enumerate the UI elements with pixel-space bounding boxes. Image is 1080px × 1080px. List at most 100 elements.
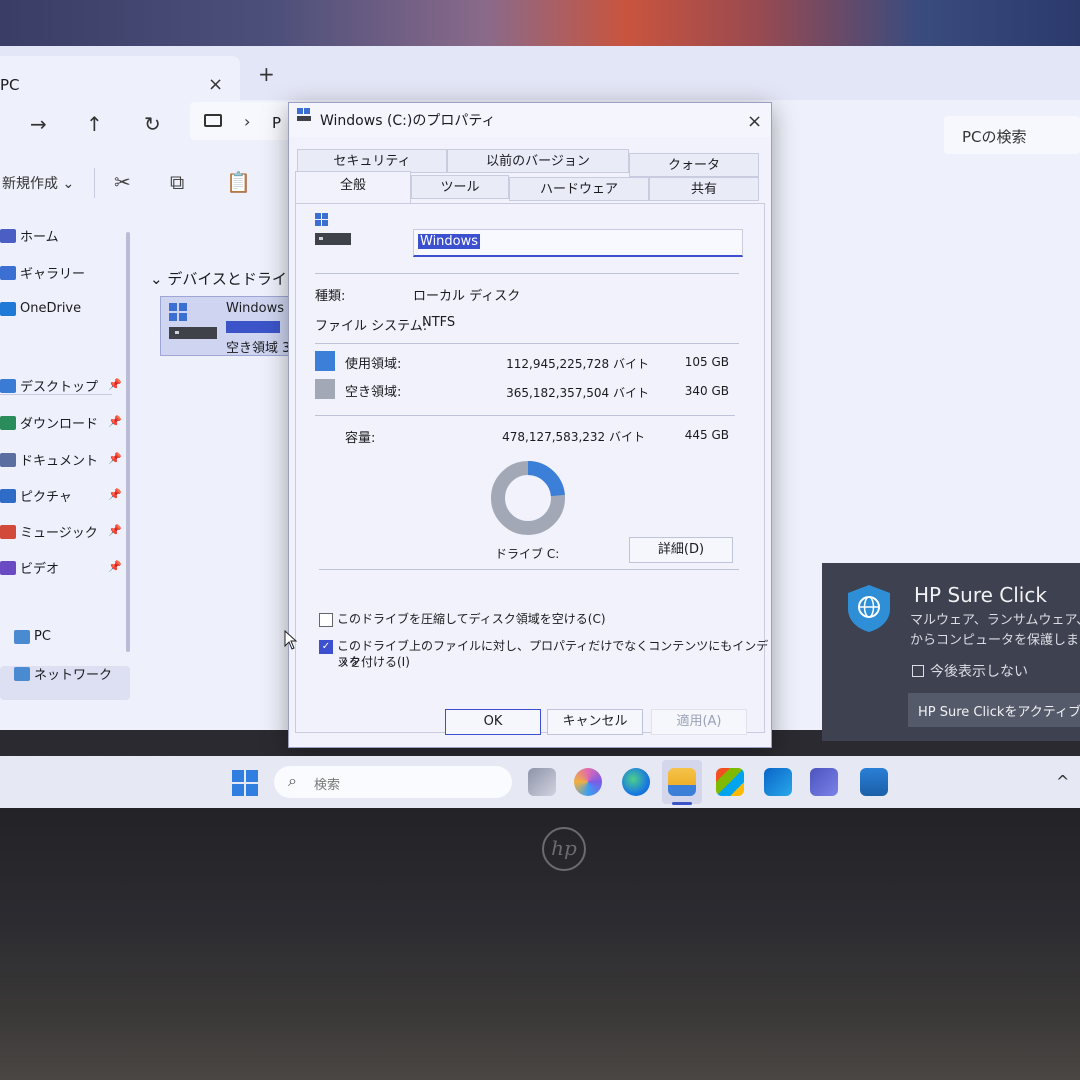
sidebar-item-icon <box>0 560 16 575</box>
forward-arrow-icon[interactable]: → <box>30 112 47 136</box>
sidebar-item-icon <box>0 415 16 430</box>
drive-name: Windows <box>226 301 285 316</box>
new-tab-icon[interactable]: + <box>258 62 275 86</box>
pin-icon[interactable]: 📌 <box>108 452 122 465</box>
tab-title: PC <box>0 76 20 94</box>
outlook-icon[interactable] <box>764 768 792 796</box>
apply-button[interactable]: 適用(A) <box>651 709 747 735</box>
type-value: ローカル ディスク <box>413 289 521 304</box>
breadcrumb-chevron-icon[interactable]: › <box>244 112 250 131</box>
nav-scrollbar[interactable] <box>126 232 130 652</box>
toast-body: マルウェア、ランサムウェア、ウ からコンピュータを保護します。 <box>910 611 1080 651</box>
sidebar-item[interactable]: ドキュメント <box>0 450 98 469</box>
sidebar-item[interactable]: デスクトップ <box>0 376 98 395</box>
tab-tools[interactable]: ツール <box>411 175 509 199</box>
refresh-icon[interactable]: ↻ <box>144 112 161 136</box>
cancel-button[interactable]: キャンセル <box>547 709 643 735</box>
compress-label[interactable]: このドライブを圧縮してディスク領域を空ける(C) <box>337 611 606 627</box>
capacity-label: 容量: <box>345 431 376 446</box>
tab-pc[interactable]: PC × <box>0 56 240 100</box>
pin-icon[interactable]: 📌 <box>108 560 122 573</box>
dont-show-again-checkbox[interactable] <box>912 665 924 677</box>
remote-desktop-icon[interactable] <box>860 768 888 796</box>
sidebar-item[interactable]: ピクチャ <box>0 486 72 505</box>
compress-checkbox[interactable] <box>319 613 333 627</box>
type-label: 種類: <box>315 289 346 304</box>
hp-sure-click-notification: HP Sure Click マルウェア、ランサムウェア、ウ からコンピュータを保… <box>822 563 1080 741</box>
sidebar-item-label: ネットワーク <box>34 668 113 683</box>
store-icon[interactable] <box>716 768 744 796</box>
sidebar-item[interactable]: PC <box>14 629 51 644</box>
drive-large-icon <box>315 213 351 245</box>
tab-previous-versions[interactable]: 以前のバージョン <box>447 149 629 173</box>
tab-sharing[interactable]: 共有 <box>649 177 759 201</box>
tab-close-icon[interactable]: × <box>208 74 223 95</box>
sidebar-item-label: ホーム <box>20 230 59 245</box>
group-header-devices[interactable]: ⌄ デバイスとドライブ <box>150 268 302 289</box>
search-placeholder: PCの検索 <box>962 128 1027 146</box>
capacity-gb: 445 GB <box>684 428 729 442</box>
sidebar-item[interactable]: ダウンロード <box>0 413 98 432</box>
copy-icon[interactable]: ⧉ <box>170 170 184 194</box>
sidebar-item-label: ミュージック <box>20 526 98 541</box>
copilot-icon[interactable] <box>574 768 602 796</box>
pin-icon[interactable]: 📌 <box>108 488 122 501</box>
tab-security[interactable]: セキュリティ <box>297 149 447 173</box>
new-button[interactable]: 新規作成 ⌄ <box>2 173 74 193</box>
windows-start-icon[interactable] <box>232 770 258 796</box>
pin-icon[interactable]: 📌 <box>108 415 122 428</box>
ok-button[interactable]: OK <box>445 709 541 735</box>
divider <box>315 415 735 416</box>
pin-icon[interactable]: 📌 <box>108 524 122 537</box>
disk-usage-donut <box>491 461 565 535</box>
sidebar-item[interactable]: ビデオ <box>0 558 59 577</box>
used-space-bytes: 112,945,225,728 バイト <box>506 357 649 371</box>
activate-sure-click-button[interactable]: HP Sure Clickをアクティブ化 <box>908 693 1080 727</box>
taskbar-search-input[interactable]: ⌕ 検索 <box>274 766 512 798</box>
filesystem-value: NTFS <box>422 315 456 330</box>
tab-hardware[interactable]: ハードウェア <box>509 177 649 201</box>
toast-body-line1: マルウェア、ランサムウェア、ウ <box>910 613 1080 628</box>
tab-quota[interactable]: クォータ <box>629 153 759 177</box>
teams-icon[interactable] <box>810 768 838 796</box>
close-icon[interactable]: × <box>747 111 762 132</box>
search-input[interactable]: PCの検索 <box>944 116 1080 154</box>
task-view-icon[interactable] <box>528 768 556 796</box>
sidebar-item-icon <box>0 265 16 280</box>
sidebar-item-icon <box>0 378 16 393</box>
breadcrumb-text[interactable]: P <box>272 114 281 132</box>
volume-name-input[interactable]: Windows <box>413 229 743 257</box>
laptop-bezel <box>0 808 1080 1080</box>
sidebar-item-icon <box>0 301 16 316</box>
pc-monitor-icon <box>204 114 222 127</box>
edge-icon[interactable] <box>622 768 650 796</box>
toast-body-line2: からコンピュータを保護します。 <box>910 633 1080 648</box>
index-checkbox[interactable]: ✓ <box>319 640 333 654</box>
sidebar-item-label: デスクトップ <box>20 380 99 395</box>
sidebar-item-label: ギャラリー <box>20 267 86 282</box>
sidebar-item[interactable]: ネットワーク <box>14 664 112 683</box>
drive-free-space: 空き領域 3 <box>226 341 291 356</box>
free-space-gb: 340 GB <box>684 384 729 398</box>
sidebar-item[interactable]: ミュージック <box>0 522 98 541</box>
pin-icon[interactable]: 📌 <box>108 378 122 391</box>
paste-icon[interactable]: 📋 <box>226 170 251 194</box>
hp-logo: hp <box>542 827 586 871</box>
dont-show-again-label[interactable]: 今後表示しない <box>930 661 1028 681</box>
index-label-line2[interactable]: スを付ける(I) <box>337 654 410 670</box>
sidebar-item[interactable]: ギャラリー <box>0 263 85 282</box>
sidebar-item[interactable]: ホーム <box>0 226 59 245</box>
free-space-label: 空き領域: <box>345 385 402 400</box>
tab-general[interactable]: 全般 <box>295 171 411 203</box>
volume-name-selected-text: Windows <box>418 234 481 249</box>
sidebar-item-label: ピクチャ <box>20 490 72 505</box>
cut-icon[interactable]: ✂ <box>114 170 131 194</box>
up-arrow-icon[interactable]: ↑ <box>86 112 103 136</box>
details-button[interactable]: 詳細(D) <box>629 537 733 563</box>
file-explorer-icon[interactable] <box>668 768 696 796</box>
drive-usage-bar <box>226 321 280 333</box>
dialog-titlebar[interactable]: Windows (C:)のプロパティ × <box>289 103 771 137</box>
system-tray-chevron-icon[interactable]: ^ <box>1056 772 1069 791</box>
sidebar-item[interactable]: OneDrive <box>0 301 81 316</box>
sidebar-item-icon <box>14 629 30 644</box>
